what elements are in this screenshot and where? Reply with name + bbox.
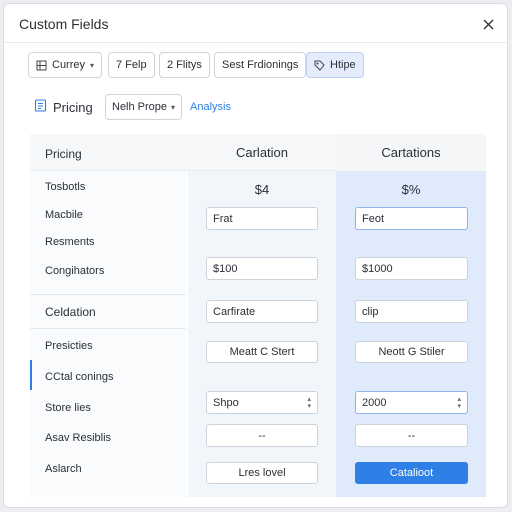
carlation-field-3[interactable]: Carfirate bbox=[206, 300, 318, 323]
view-select-value: Nelh Prope bbox=[112, 101, 168, 113]
cartations-start-button[interactable]: Neott G Stiler bbox=[355, 341, 468, 363]
price-carlation: $4 bbox=[254, 182, 270, 197]
close-icon bbox=[483, 19, 493, 29]
analysis-link[interactable]: Analysis bbox=[190, 94, 231, 120]
stepper-value: 2000 bbox=[362, 396, 387, 409]
group-divider bbox=[30, 328, 186, 329]
group-divider bbox=[30, 294, 186, 295]
row-label: Presicties bbox=[45, 340, 93, 352]
row-label: Macbile bbox=[45, 209, 83, 221]
row-label: Aslarch bbox=[45, 463, 82, 475]
chip-label: 2 Flitys bbox=[167, 59, 202, 71]
carlation-stepper[interactable]: Shpo ▴ ▾ bbox=[206, 391, 318, 414]
pricing-table: Pricing Carlation Cartations $4 $% Tosbo… bbox=[30, 134, 486, 497]
cartations-price-field[interactable]: $1000 bbox=[355, 257, 468, 280]
tag-icon bbox=[314, 60, 325, 71]
group-title: Celdation bbox=[45, 305, 96, 319]
row-label: Resments bbox=[45, 236, 95, 248]
cartations-field-1[interactable]: Feot bbox=[355, 207, 468, 230]
row-label-selected[interactable]: CCtal conings bbox=[45, 371, 113, 383]
header-divider bbox=[4, 42, 507, 43]
view-select[interactable]: Nelh Prope ▾ bbox=[105, 94, 182, 120]
dialog-title: Custom Fields bbox=[19, 16, 109, 32]
custom-fields-dialog: Custom Fields Currey ▾ 7 Felp 2 Flitys S… bbox=[3, 3, 508, 508]
filter-chip-1[interactable]: 7 Felp bbox=[108, 52, 155, 78]
filter-chip-3[interactable]: Sest Frdionings bbox=[214, 52, 307, 78]
cartations-field-4[interactable]: -- bbox=[355, 424, 468, 447]
filter-chip-active[interactable]: Htipe bbox=[306, 52, 364, 78]
cartations-primary-button[interactable]: Catalioot bbox=[355, 462, 468, 484]
carlation-price-field[interactable]: $100 bbox=[206, 257, 318, 280]
cartations-stepper[interactable]: 2000 ▴ ▾ bbox=[355, 391, 468, 414]
chevron-down-icon: ▾ bbox=[90, 60, 95, 70]
price-cartations: $% bbox=[401, 182, 421, 197]
carlation-level-button[interactable]: Lres lovel bbox=[206, 462, 318, 484]
row-header-label: Pricing bbox=[45, 147, 82, 161]
column-header-cartations: Cartations bbox=[381, 145, 441, 160]
currency-chip[interactable]: Currey ▾ bbox=[28, 52, 103, 78]
chip-label: Currey bbox=[52, 59, 86, 71]
close-button[interactable] bbox=[478, 14, 498, 34]
filter-chip-2[interactable]: 2 Flitys bbox=[159, 52, 210, 78]
chip-label: Htipe bbox=[330, 59, 356, 71]
row-label: Tosbotls bbox=[45, 181, 86, 193]
selected-row-indicator bbox=[30, 360, 32, 390]
tab-pricing[interactable]: Pricing bbox=[34, 94, 93, 120]
carlation-start-button[interactable]: Meatt C Stert bbox=[206, 341, 318, 363]
spinner-arrows-icon[interactable]: ▴ ▾ bbox=[307, 396, 311, 410]
chip-label: Sest Frdionings bbox=[222, 59, 299, 71]
cartations-field-3[interactable]: clip bbox=[355, 300, 468, 323]
carlation-field-1[interactable]: Frat bbox=[206, 207, 318, 230]
document-icon bbox=[34, 99, 47, 115]
row-label: Store lies bbox=[45, 402, 91, 414]
row-label: Asav Resiblis bbox=[45, 432, 112, 444]
carlation-field-4[interactable]: -- bbox=[206, 424, 318, 447]
chevron-down-icon: ▾ bbox=[170, 102, 175, 112]
column-header-carlation: Carlation bbox=[235, 145, 289, 160]
tab-pricing-label: Pricing bbox=[53, 99, 93, 115]
list-icon bbox=[36, 60, 47, 71]
chip-label: 7 Felp bbox=[116, 59, 147, 71]
spinner-arrows-icon[interactable]: ▴ ▾ bbox=[457, 396, 461, 410]
row-label: Congihators bbox=[45, 265, 105, 277]
stepper-value: Shpo bbox=[213, 396, 239, 409]
